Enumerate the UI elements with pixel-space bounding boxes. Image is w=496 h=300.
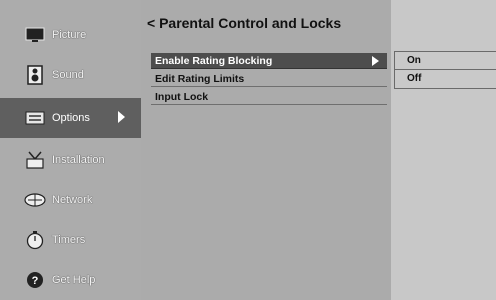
chevron-right-icon (118, 111, 125, 123)
option-on[interactable]: On (395, 52, 496, 70)
option-off[interactable]: Off (395, 70, 496, 88)
rating-blocking-options: On Off (394, 51, 496, 89)
sidebar-item-sound[interactable]: Sound (0, 55, 141, 95)
sidebar-item-label: Get Help (52, 274, 96, 286)
network-icon (24, 189, 46, 211)
menu-item-edit-rating-limits[interactable]: Edit Rating Limits (151, 71, 387, 87)
menu-item-label: Enable Rating Blocking (155, 55, 273, 67)
sidebar-item-label: Sound (52, 69, 84, 81)
chevron-right-icon (372, 56, 379, 66)
stopwatch-icon (24, 229, 46, 251)
sidebar-item-picture[interactable]: Picture (0, 15, 141, 55)
help-icon: ? (24, 269, 46, 291)
sidebar-item-network[interactable]: Network (0, 180, 141, 220)
page-title[interactable]: < Parental Control and Locks (147, 15, 341, 31)
menu-item-input-lock[interactable]: Input Lock (151, 89, 387, 105)
sidebar-item-label: Installation (52, 154, 105, 166)
sidebar-item-options[interactable]: Options (0, 98, 141, 138)
menu-item-label: Edit Rating Limits (155, 73, 245, 85)
sidebar-item-label: Picture (52, 29, 87, 41)
sidebar: Picture Sound Options Installation Netwo… (0, 0, 141, 300)
speaker-icon (24, 64, 46, 86)
sidebar-item-label: Network (52, 194, 93, 206)
background-area (391, 0, 496, 300)
sidebar-item-timers[interactable]: Timers (0, 220, 141, 260)
menu-item-label: Input Lock (155, 91, 209, 103)
picture-icon (24, 24, 46, 46)
sidebar-item-get-help[interactable]: ? Get Help (0, 260, 141, 300)
sidebar-item-label: Options (52, 112, 90, 124)
antenna-icon (24, 149, 46, 171)
menu-item-enable-rating-blocking[interactable]: Enable Rating Blocking (151, 53, 387, 69)
sidebar-item-label: Timers (52, 234, 86, 246)
svg-text:?: ? (32, 275, 39, 287)
parental-control-panel: < Parental Control and Locks Enable Rati… (141, 0, 391, 300)
options-icon (24, 107, 46, 129)
sidebar-item-installation[interactable]: Installation (0, 140, 141, 180)
